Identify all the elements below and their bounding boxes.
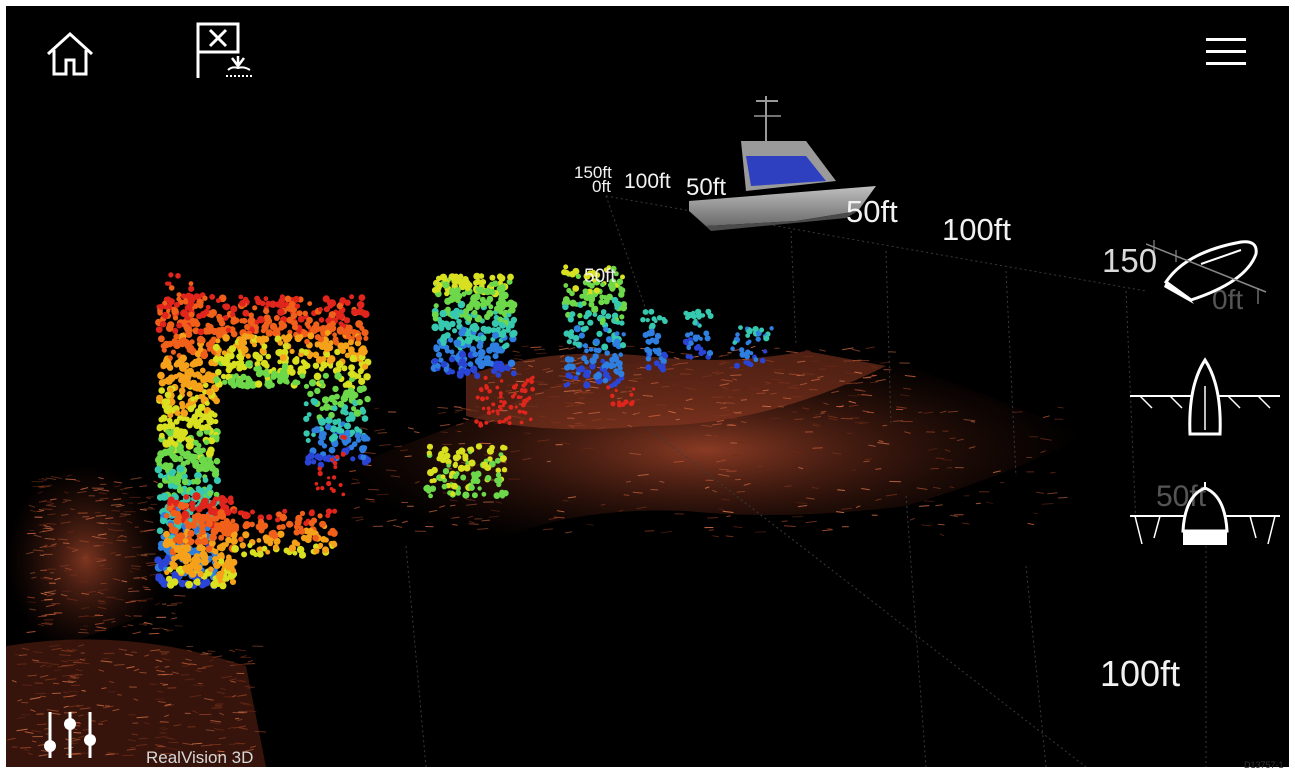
range-label-50-front: 50ft [1156,480,1207,513]
view-top-down-button[interactable] [1130,346,1280,446]
range-label-50-near-boat: 50ft [686,174,727,201]
view-side-angle-button[interactable] [1145,232,1276,312]
boat-side-view-icon [1145,240,1267,304]
hamburger-menu-icon [1206,38,1246,65]
range-label-0-right: 0ft [1212,284,1244,315]
range-label-50-small: 50ft [584,266,616,287]
figure-code: D13757-1 [1244,760,1284,770]
range-label-150-right: 150 [1102,242,1158,279]
range-label-0-back: 0ft [592,177,611,196]
mob-waypoint-flag-icon [196,22,252,78]
sonar-3d-view[interactable]: 150ft 0ft 100ft 50ft 50ft 100ft 150 0ft … [6,6,1289,767]
waypoint-button[interactable] [192,20,258,86]
range-label-50-mid: 50ft [846,194,898,229]
range-label-100-bottom: 100ft [1100,653,1181,694]
app-window: 150ft 0ft 100ft 50ft 50ft 100ft 150 0ft … [0,0,1295,773]
sliders-icon [44,712,96,758]
home-button[interactable] [40,24,100,84]
sonar-scene[interactable] [6,6,1289,767]
mode-label: RealVision 3D [146,748,254,767]
boat-top-view-icon [1130,357,1280,436]
range-label-100-back: 100ft [624,170,671,193]
range-label-100-mid: 100ft [942,212,1011,247]
settings-button[interactable] [40,706,100,762]
menu-button[interactable] [1200,32,1252,72]
home-icon [46,31,94,76]
